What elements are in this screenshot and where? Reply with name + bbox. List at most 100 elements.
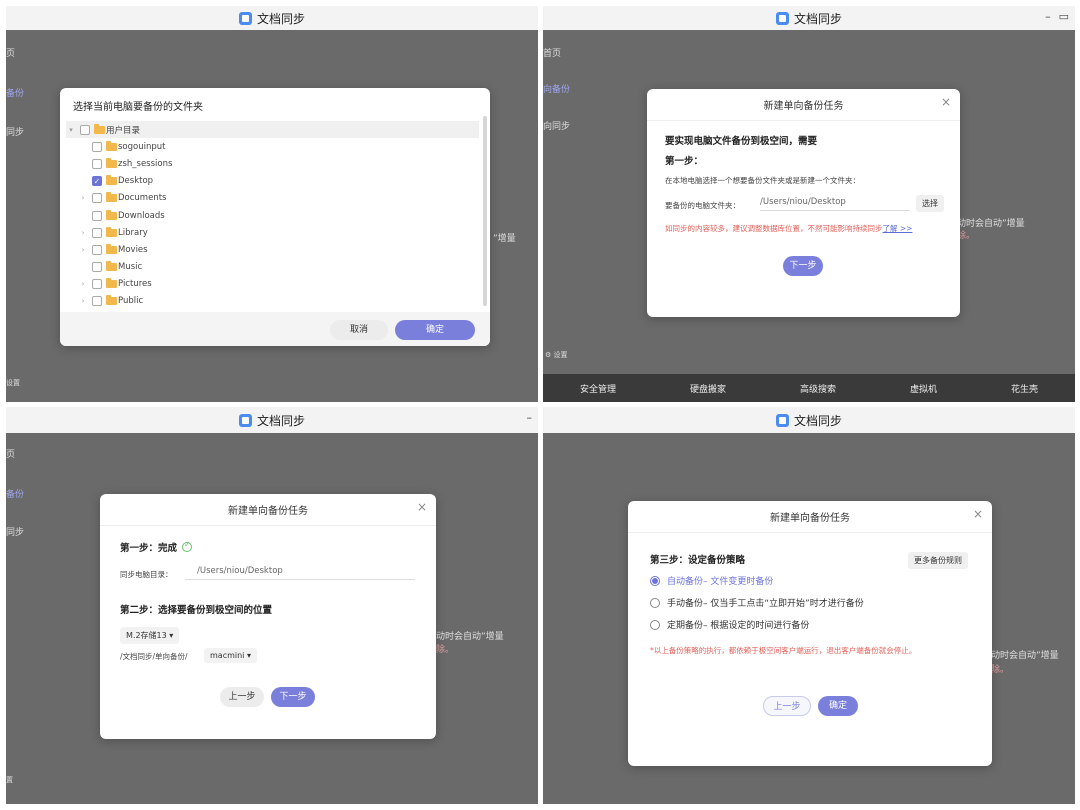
- close-icon[interactable]: ×: [417, 500, 427, 514]
- app-title: 文档同步: [793, 11, 842, 26]
- gear-icon: ⚙: [545, 351, 552, 359]
- sidebar-item-sync[interactable]: 向同步: [543, 119, 570, 132]
- caret-down-icon[interactable]: ▾: [66, 126, 76, 134]
- checkbox[interactable]: ✓: [92, 176, 102, 187]
- dialog-heading: 要实现电脑文件备份到极空间，需要: [665, 136, 818, 147]
- tree-row[interactable]: › Movies: [66, 241, 479, 258]
- bottom-nav: 安全管理 硬盘搬家 高级搜索 虚拟机 花生壳: [543, 374, 1075, 402]
- tree-row[interactable]: › Public: [66, 293, 479, 310]
- checkbox[interactable]: [80, 124, 90, 135]
- step1-label: 第一步：: [665, 156, 704, 167]
- app-title: 文档同步: [256, 413, 305, 428]
- close-icon[interactable]: ×: [973, 507, 983, 521]
- sync-dir-field[interactable]: /Users/niou/Desktop: [185, 566, 415, 580]
- background-text: ”增量: [493, 234, 516, 244]
- sidebar-item-backup[interactable]: 向备份: [543, 82, 570, 95]
- cancel-button[interactable]: 取消: [330, 320, 388, 340]
- checkbox[interactable]: [92, 296, 102, 307]
- folder-dropdown[interactable]: macmini ▾: [204, 648, 257, 663]
- checkbox[interactable]: [92, 158, 102, 169]
- app-title: 文档同步: [256, 11, 305, 26]
- strategy-option[interactable]: 定期备份 – 根据设定的时间进行备份: [650, 618, 809, 631]
- step1-done: 第一步：完成: [120, 540, 193, 554]
- strategy-option[interactable]: 手动备份 – 仅当手工点击“立即开始”时才进行备份: [650, 596, 864, 609]
- checkbox[interactable]: [92, 279, 102, 290]
- caret-right-icon[interactable]: ›: [78, 280, 88, 288]
- sidebar-item-sync[interactable]: 同步: [6, 125, 24, 138]
- tree-row[interactable]: › Library: [66, 224, 479, 241]
- caret-right-icon[interactable]: ›: [78, 229, 88, 237]
- checkbox[interactable]: [92, 193, 102, 204]
- step2-label: 第二步：选择要备份到极空间的位置: [120, 605, 273, 616]
- next-button[interactable]: 下一步: [783, 256, 823, 276]
- close-icon[interactable]: ×: [941, 95, 951, 109]
- tree-row[interactable]: ✓ Desktop: [66, 173, 479, 190]
- prev-button[interactable]: 上一步: [220, 687, 264, 707]
- radio-button[interactable]: [650, 619, 660, 630]
- option-name: 定期备份: [667, 621, 704, 631]
- nav-security[interactable]: 安全管理: [580, 382, 616, 395]
- minimize-icon[interactable]: –: [527, 411, 533, 424]
- option-desc: – 仅当手工点击“立即开始”时才进行备份: [703, 599, 864, 609]
- app-icon: [775, 11, 789, 25]
- radio-button[interactable]: [650, 575, 660, 586]
- tree-row-label: Pictures: [118, 279, 152, 290]
- sidebar-item-settings[interactable]: 置: [6, 775, 13, 785]
- caret-right-icon[interactable]: ›: [78, 246, 88, 254]
- nav-disk-move[interactable]: 硬盘搬家: [690, 382, 726, 395]
- warning-text: 如同步的内容较多，建议调整数据库位置，不然可能影响持续同步了解 >>: [665, 223, 912, 234]
- app-icon: [238, 413, 252, 427]
- minimize-icon[interactable]: –: [1045, 10, 1051, 23]
- app-title: 文档同步: [793, 413, 842, 428]
- tree-row-label: sogouinput: [118, 141, 166, 152]
- sidebar-item-home[interactable]: 页: [6, 447, 15, 460]
- strategy-note: *以上备份策略的执行，都依赖于极空间客户端运行，退出客户端备份就会停止。: [650, 646, 917, 655]
- nav-vm[interactable]: 虚拟机: [910, 382, 937, 395]
- checkbox[interactable]: [92, 244, 102, 255]
- checkbox[interactable]: [92, 227, 102, 238]
- scrollbar[interactable]: [483, 116, 487, 306]
- next-button[interactable]: 下一步: [271, 687, 315, 707]
- sidebar-item-home[interactable]: 页: [6, 46, 15, 59]
- sidebar-item-home[interactable]: 首页: [543, 46, 561, 59]
- folder-path-field[interactable]: /Users/niou/Desktop: [760, 197, 910, 211]
- sidebar-item-settings[interactable]: 设置: [6, 378, 20, 388]
- warning-message: 如同步的内容较多，建议调整数据库位置，不然可能影响持续同步: [665, 224, 883, 233]
- tree-row[interactable]: › Documents: [66, 190, 479, 207]
- panel-new-task-step1: 文档同步 – ▭ 首页 向备份 向同步 ⚙ 设置 动时会自动”增量 除。 安全管…: [543, 6, 1075, 402]
- checkbox[interactable]: [92, 141, 102, 152]
- choose-button[interactable]: 选择: [916, 195, 944, 212]
- title-bar: 文档同步: [6, 6, 538, 30]
- tree-row-label: 用户目录: [106, 125, 141, 136]
- nav-advanced-search[interactable]: 高级搜索: [800, 382, 836, 395]
- tree-row-label: Public: [118, 296, 144, 307]
- tree-row-root[interactable]: ▾ 用户目录: [66, 121, 479, 139]
- tree-row[interactable]: › Pictures: [66, 276, 479, 293]
- checkbox[interactable]: [92, 210, 102, 221]
- background-text: 动时会自动”增量: [436, 632, 504, 642]
- learn-more-link[interactable]: 了解 >>: [883, 224, 913, 233]
- radio-button[interactable]: [650, 597, 660, 608]
- sidebar-item-settings[interactable]: ⚙ 设置: [545, 350, 568, 360]
- nav-peanut-shell[interactable]: 花生壳: [1011, 382, 1038, 395]
- tree-row-label: Desktop: [118, 176, 154, 187]
- confirm-button[interactable]: 确定: [395, 320, 475, 340]
- prev-button[interactable]: 上一步: [763, 696, 811, 716]
- more-rules-button[interactable]: 更多备份规则: [908, 552, 968, 569]
- caret-right-icon[interactable]: ›: [78, 297, 88, 305]
- maximize-icon[interactable]: ▭: [1059, 10, 1069, 23]
- sidebar-item-backup[interactable]: 备份: [6, 487, 24, 500]
- sidebar-item-backup[interactable]: 备份: [6, 86, 24, 99]
- storage-dropdown[interactable]: M.2存储13 ▾: [120, 627, 180, 644]
- sidebar-item-sync[interactable]: 同步: [6, 525, 24, 538]
- tree-row[interactable]: Music: [66, 259, 479, 276]
- folder-icon: [106, 261, 117, 272]
- checkbox[interactable]: [92, 262, 102, 273]
- dialog-title: 新建单向备份任务: [228, 506, 308, 517]
- tree-row[interactable]: Downloads: [66, 207, 479, 224]
- tree-row[interactable]: zsh_sessions: [66, 155, 479, 172]
- confirm-button[interactable]: 确定: [818, 696, 858, 716]
- caret-right-icon[interactable]: ›: [78, 194, 88, 202]
- strategy-option[interactable]: 自动备份 – 文件变更时备份: [650, 574, 773, 587]
- tree-row[interactable]: sogouinput: [66, 138, 479, 155]
